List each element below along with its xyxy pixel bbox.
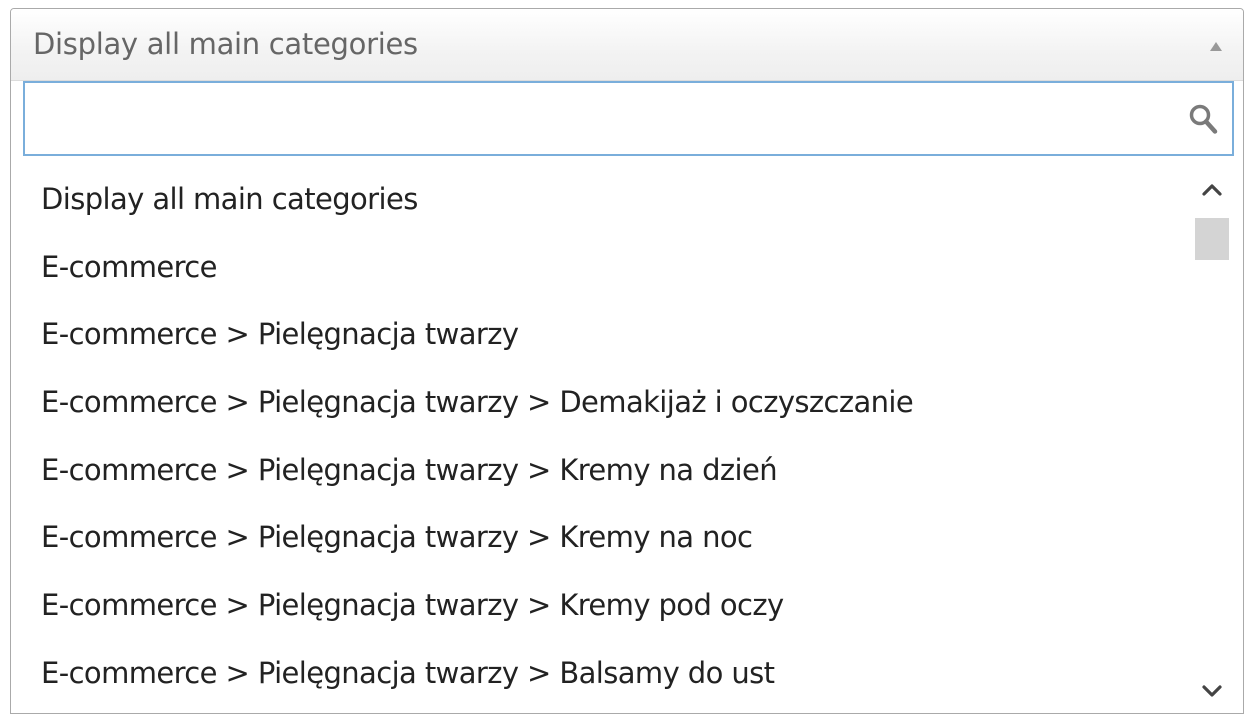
triangle-up-icon[interactable]: [1210, 42, 1222, 51]
result-item[interactable]: Display all main categories: [11, 166, 1243, 234]
result-item[interactable]: E-commerce > Pielęgnacja twarzy > Kremy …: [11, 504, 1243, 572]
category-select-dropdown: Display all main categories Display all …: [10, 8, 1244, 714]
result-item[interactable]: E-commerce > Pielęgnacja twarzy: [11, 301, 1243, 369]
result-item[interactable]: E-commerce: [11, 234, 1243, 302]
result-item[interactable]: E-commerce > Pielęgnacja twarzy > Kremy …: [11, 572, 1243, 640]
results-scrollbar[interactable]: [1189, 166, 1235, 713]
chevron-down-icon: [1202, 685, 1222, 697]
result-item[interactable]: E-commerce > Pielęgnacja twarzy > Balsam…: [11, 640, 1243, 708]
category-select[interactable]: Display all main categories: [11, 9, 1243, 81]
result-item[interactable]: E-commerce > Pielęgnacja twarzy > Kremy …: [11, 437, 1243, 505]
result-item[interactable]: E-commerce > Pielęgnacja twarzy > Demaki…: [11, 369, 1243, 437]
results-list: Display all main categories E-commerce E…: [11, 166, 1243, 708]
scroll-down-button[interactable]: [1189, 669, 1235, 713]
chevron-up-icon: [1202, 184, 1222, 196]
selected-category-label: Display all main categories: [33, 27, 418, 61]
search-box: [23, 81, 1234, 156]
search-input[interactable]: [25, 83, 1232, 154]
results-list-container: Display all main categories E-commerce E…: [11, 166, 1243, 713]
search-icon: [1189, 104, 1218, 134]
scroll-thumb[interactable]: [1195, 218, 1229, 260]
scroll-up-button[interactable]: [1189, 168, 1235, 214]
